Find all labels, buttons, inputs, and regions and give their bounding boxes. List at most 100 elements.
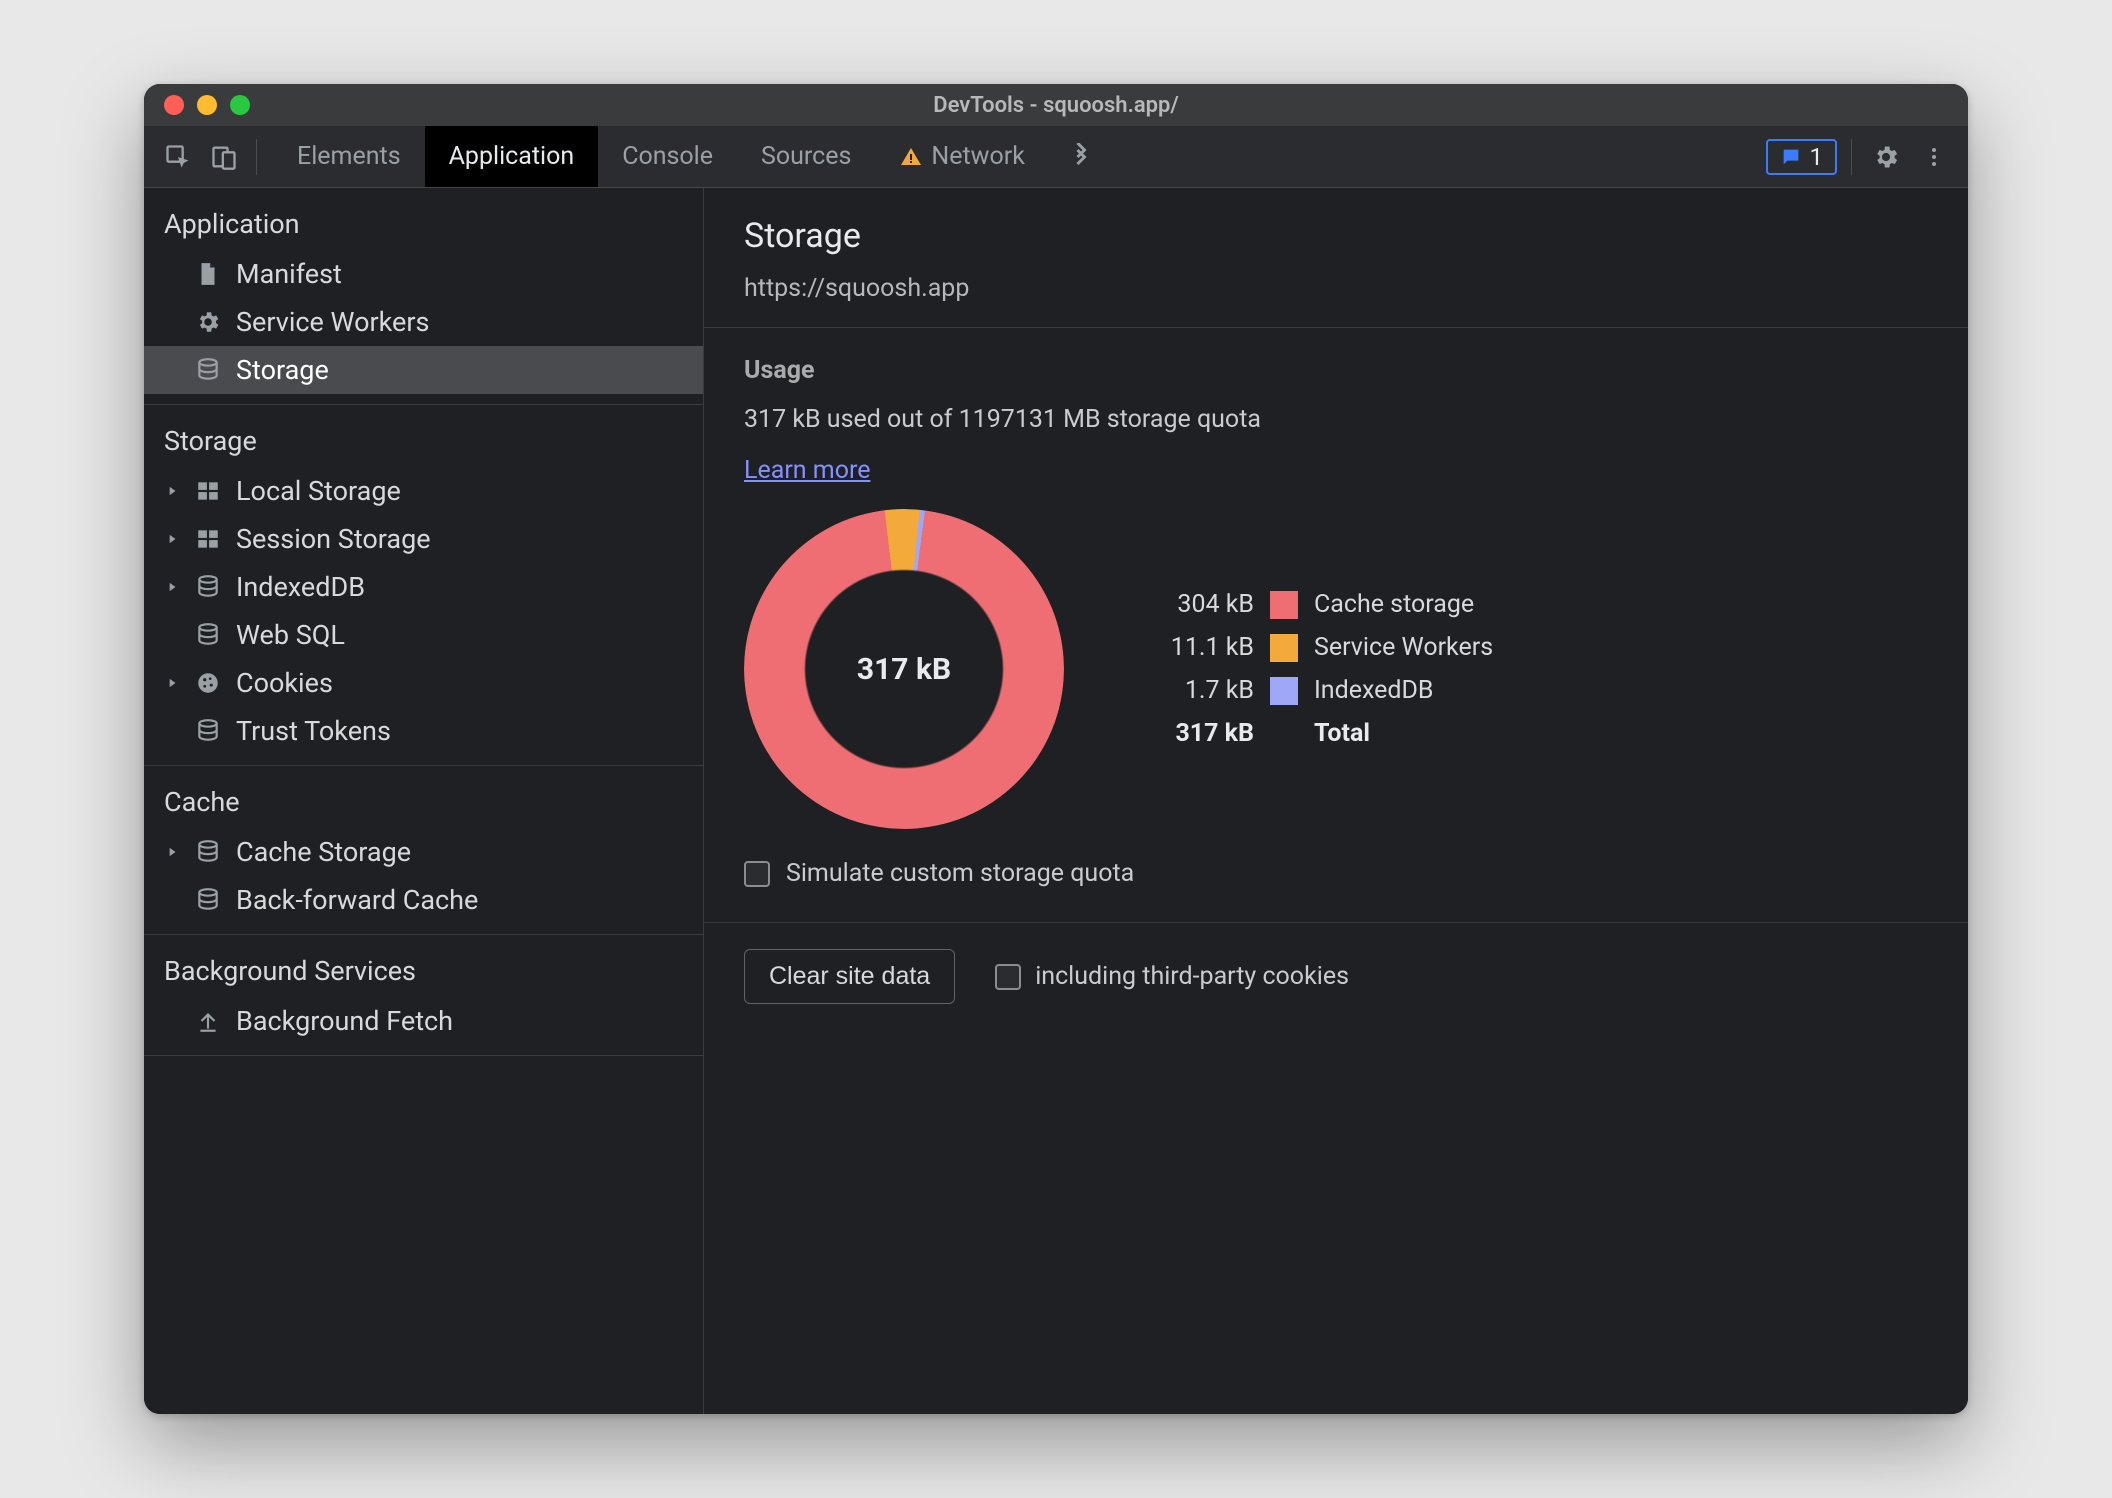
clear-site-data-button[interactable]: Clear site data — [744, 949, 955, 1004]
panel-header: Storage https://squoosh.app — [704, 188, 1968, 328]
sidebar-item-trust-tokens[interactable]: Trust Tokens — [144, 707, 703, 755]
legend-swatch-empty — [1270, 720, 1298, 748]
tab-label: Application — [449, 142, 575, 171]
usage-donut-chart: 317 kB — [744, 509, 1064, 829]
tabstrip-right: 1 — [1766, 126, 1969, 187]
sidebar-item-label: Back-forward Cache — [236, 884, 478, 916]
db-icon — [192, 622, 224, 648]
sidebar-item-session-storage[interactable]: Session Storage — [144, 515, 703, 563]
sidebar-item-label: Cache Storage — [236, 836, 411, 868]
third-party-row: including third-party cookies — [995, 962, 1349, 991]
legend-row: 304 kB Cache storage — [1134, 590, 1493, 619]
expand-caret-icon[interactable] — [164, 580, 180, 594]
expand-caret-icon[interactable] — [164, 676, 180, 690]
legend-total-label: Total — [1314, 719, 1370, 748]
sidebar-item-cookies[interactable]: Cookies — [144, 659, 703, 707]
legend-value: 11.1 kB — [1134, 633, 1254, 662]
expand-caret-icon[interactable] — [164, 532, 180, 546]
simulate-quota-row: Simulate custom storage quota — [744, 859, 1928, 888]
sidebar-item-cache-storage[interactable]: Cache Storage — [144, 828, 703, 876]
sidebar-item-label: Cookies — [236, 667, 333, 699]
storage-panel: Storage https://squoosh.app Usage 317 kB… — [704, 188, 1968, 1414]
minimize-window-button[interactable] — [197, 95, 217, 115]
legend-label: Service Workers — [1314, 633, 1493, 662]
sidebar-section-title: Cache — [144, 780, 703, 828]
maximize-window-button[interactable] — [230, 95, 250, 115]
usage-legend: 304 kB Cache storage 11.1 kB Service Work… — [1134, 590, 1493, 748]
sidebar-item-local-storage[interactable]: Local Storage — [144, 467, 703, 515]
panel-tabs: Elements Application Console Sources Net… — [273, 126, 1113, 187]
sidebar-section: StorageLocal Storage Session Storage Index… — [144, 405, 703, 766]
third-party-checkbox[interactable] — [995, 964, 1021, 990]
legend-swatch — [1270, 591, 1298, 619]
sidebar-item-label: Service Workers — [236, 306, 429, 338]
sidebar-item-label: IndexedDB — [236, 571, 365, 603]
tab-network[interactable]: Network — [875, 126, 1048, 187]
sidebar-section-title: Background Services — [144, 949, 703, 997]
legend-value: 1.7 kB — [1134, 676, 1254, 705]
db-icon — [192, 357, 224, 383]
legend-row: 1.7 kB IndexedDB — [1134, 676, 1493, 705]
legend-label: IndexedDB — [1314, 676, 1433, 705]
divider — [1851, 139, 1852, 175]
db-icon — [192, 839, 224, 865]
tab-elements[interactable]: Elements — [273, 126, 425, 187]
sidebar-item-label: Session Storage — [236, 523, 431, 555]
learn-more-link[interactable]: Learn more — [744, 456, 870, 485]
sidebar-item-label: Background Fetch — [236, 1005, 453, 1037]
devtools-window: DevTools - squoosh.app/ Elements Applica… — [144, 84, 1968, 1414]
issues-count: 1 — [1810, 143, 1824, 171]
sidebar-item-back-forward-cache[interactable]: Back-forward Cache — [144, 876, 703, 924]
expand-caret-icon[interactable] — [164, 484, 180, 498]
tab-application[interactable]: Application — [425, 126, 599, 187]
grid-icon — [192, 526, 224, 552]
db-icon — [192, 574, 224, 600]
usage-heading: Usage — [744, 356, 1928, 385]
window-title: DevTools - squoosh.app/ — [144, 93, 1968, 118]
sidebar-item-service-workers[interactable]: Service Workers — [144, 298, 703, 346]
sidebar-item-manifest[interactable]: Manifest — [144, 250, 703, 298]
sidebar-item-web-sql[interactable]: Web SQL — [144, 611, 703, 659]
grid-icon — [192, 478, 224, 504]
close-window-button[interactable] — [164, 95, 184, 115]
issues-badge[interactable]: 1 — [1766, 139, 1838, 175]
device-toolbar-icon[interactable] — [204, 137, 244, 177]
sidebar-section-title: Storage — [144, 419, 703, 467]
tabstrip-left-icons — [144, 126, 273, 187]
inspect-element-icon[interactable] — [158, 137, 198, 177]
third-party-label: including third-party cookies — [1035, 962, 1349, 991]
legend-label: Cache storage — [1314, 590, 1474, 619]
divider — [256, 139, 257, 175]
warning-icon — [899, 145, 923, 169]
sidebar-item-label: Trust Tokens — [236, 715, 391, 747]
sidebar-section: Background Services Background Fetch — [144, 935, 703, 1056]
sidebar-section: ApplicationManifestService WorkersStorag… — [144, 188, 703, 405]
sidebar-item-label: Web SQL — [236, 619, 345, 651]
usage-summary: 317 kB used out of 1197131 MB storage qu… — [744, 405, 1928, 434]
tab-sources[interactable]: Sources — [737, 126, 875, 187]
kebab-menu-icon[interactable] — [1914, 137, 1954, 177]
sidebar-item-indexeddb[interactable]: IndexedDB — [144, 563, 703, 611]
db-icon — [192, 887, 224, 913]
main-tabstrip: Elements Application Console Sources Net… — [144, 126, 1968, 188]
upload-icon — [192, 1008, 224, 1034]
sidebar-item-label: Manifest — [236, 258, 342, 290]
panel-title: Storage — [744, 216, 1928, 256]
sidebar-item-background-fetch[interactable]: Background Fetch — [144, 997, 703, 1045]
legend-row: 11.1 kB Service Workers — [1134, 633, 1493, 662]
settings-icon[interactable] — [1866, 137, 1906, 177]
titlebar: DevTools - squoosh.app/ — [144, 84, 1968, 126]
expand-caret-icon[interactable] — [164, 845, 180, 859]
usage-section: Usage 317 kB used out of 1197131 MB stor… — [704, 328, 1968, 923]
legend-swatch — [1270, 677, 1298, 705]
tab-overflow[interactable] — [1049, 126, 1113, 187]
simulate-quota-checkbox[interactable] — [744, 861, 770, 887]
origin-url: https://squoosh.app — [744, 274, 1928, 303]
body-split: ApplicationManifestService WorkersStorag… — [144, 188, 1968, 1414]
sidebar-item-storage[interactable]: Storage — [144, 346, 703, 394]
legend-total-row: 317 kB Total — [1134, 719, 1493, 748]
simulate-quota-label: Simulate custom storage quota — [786, 859, 1134, 888]
window-controls — [144, 95, 250, 115]
tab-console[interactable]: Console — [598, 126, 737, 187]
legend-value: 304 kB — [1134, 590, 1254, 619]
